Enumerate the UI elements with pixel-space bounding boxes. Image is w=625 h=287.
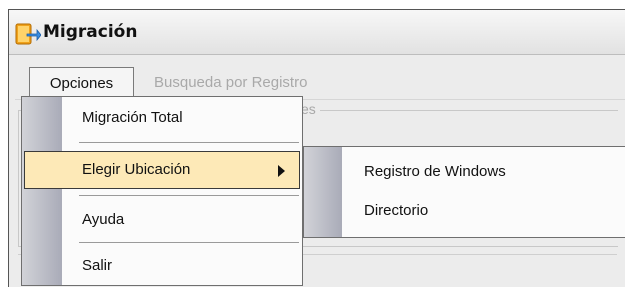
menu-separator [79,142,299,143]
menu-icon-strip [304,147,342,237]
submenu-item-label: Directorio [364,202,429,219]
window-title: Migración [43,22,138,42]
ubicacion-submenu: Registro de Windows Directorio [303,146,625,238]
menu-opciones[interactable]: Opciones [29,67,134,98]
folder-arrow-icon [15,23,41,45]
submenu-arrow-icon [278,165,285,177]
menu-item-salir[interactable]: Salir [22,247,302,287]
menu-separator [79,195,299,196]
menu-item-migracion-total[interactable]: Migración Total [22,99,302,139]
title-bar: Migración [9,10,625,55]
menu-item-label: Salir [82,257,113,274]
menu-item-label: Elegir Ubicación [82,161,191,178]
menu-bar: Opciones Busqueda por Registro [15,63,625,100]
menu-item-elegir-ubicacion[interactable]: Elegir Ubicación [24,151,300,189]
submenu-item-label: Registro de Windows [364,163,506,180]
menu-item-label: Migración Total [82,109,183,126]
menu-separator [79,242,299,243]
menu-item-label: Ayuda [82,211,125,228]
menu-busqueda-por-registro[interactable]: Busqueda por Registro [154,67,307,98]
opciones-dropdown-menu: Migración Total Elegir Ubicación Ayuda S… [21,96,303,286]
menu-item-ayuda[interactable]: Ayuda [22,199,302,239]
